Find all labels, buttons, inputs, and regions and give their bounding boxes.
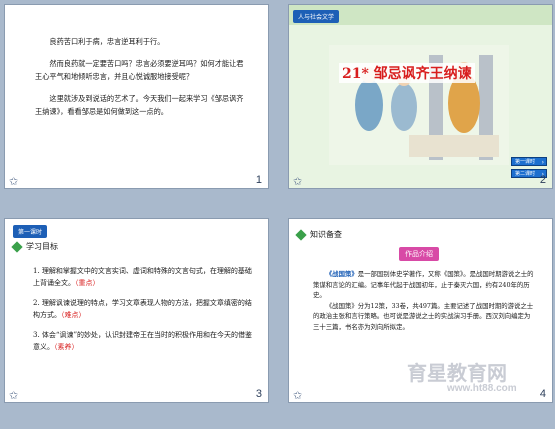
objective-2: 2. 理解讽谏说理的特点，学习文章表现人物的方法，把握文章缜密的结构方式。（难点… bbox=[33, 299, 252, 319]
slide-number: 1 bbox=[255, 174, 262, 186]
slide-4-heading-text: 知识备查 bbox=[310, 230, 342, 239]
slide-4-body: 《战国策》是一部国别体史学著作，又称《国策》。是战国时期游说之士的策谋和言论的汇… bbox=[313, 269, 535, 332]
objective-3: 3. 体会“讽谏”的妙处，认识封建帝王在当时的积极作用和在今天的借鉴意义。（素养… bbox=[33, 331, 253, 351]
slide-number: 2 bbox=[539, 174, 546, 186]
slide-4-heading: 知识备查 bbox=[295, 228, 342, 241]
slide-3[interactable]: 第一课时 学习目标 1. 理解和掌握文中的文言实词、虚词和特殊的文言句式，在理解… bbox=[4, 218, 269, 403]
slide-3-badge: 第一课时 bbox=[13, 225, 48, 238]
slide-number: 3 bbox=[255, 388, 262, 400]
slide-1[interactable]: 良药苦口利于病，忠言逆耳利于行。 然而良药就一定要苦口吗？忠言必须要逆耳吗？如何… bbox=[4, 4, 269, 189]
work-intro-label: 作品介绍 bbox=[399, 247, 439, 261]
lesson-1-label: 第一课时 bbox=[515, 159, 536, 165]
objective-1: 1. 理解和掌握文中的文言实词、虚词和特殊的文言句式，在理解的基础上背诵全文。（… bbox=[33, 267, 252, 287]
objectives-list: 1. 理解和掌握文中的文言实词、虚词和特殊的文言句式，在理解的基础上背诵全文。（… bbox=[33, 265, 253, 361]
slide-number: 4 bbox=[539, 388, 546, 400]
chevron-right-icon: › bbox=[541, 159, 544, 166]
diamond-icon bbox=[295, 228, 307, 241]
slide-3-heading: 学习目标 bbox=[11, 240, 58, 253]
slide-4-para-2: 《战国策》分为12策，33卷，共497篇。主要记述了战国时期的游说之士的政治主张… bbox=[313, 301, 534, 331]
lesson-1-button[interactable]: 第一课时 › bbox=[511, 157, 547, 166]
slide-1-para-1: 良药苦口利于病，忠言逆耳利于行。 bbox=[49, 37, 165, 46]
slide-2-badge: 人与社会文学 bbox=[293, 10, 340, 23]
slide-1-para-2: 然而良药就一定要苦口吗？忠言必须要逆耳吗？如何才能让君王心平气和地倾听忠言，并且… bbox=[35, 59, 244, 81]
watermark-brand: 育星教育网 bbox=[407, 363, 507, 385]
slide-3-heading-text: 学习目标 bbox=[26, 242, 58, 251]
slide-1-para-3: 这里就涉及到说话的艺术了。今天我们一起来学习《邹忌讽齐王纳谏》，看看邹忌是如何做… bbox=[35, 94, 244, 116]
watermark-url: www.ht88.com bbox=[447, 383, 517, 394]
slide-4-para-1: 《战国策》是一部国别体史学著作，又称《国策》。是战国时期游说之士的策谋和言论的汇… bbox=[313, 270, 534, 299]
slide-1-body: 良药苦口利于病，忠言逆耳利于行。 然而良药就一定要苦口吗？忠言必须要逆耳吗？如何… bbox=[35, 35, 247, 127]
slide-transition-icon: ✩ bbox=[293, 175, 303, 188]
diamond-icon bbox=[11, 240, 23, 253]
slide-4[interactable]: 知识备查 作品介绍 《战国策》是一部国别体史学著作，又称《国策》。是战国时期游说… bbox=[288, 218, 553, 403]
slide-2[interactable]: 人与社会文学 21* 邹忌讽齐王纳谏 第一课时 › 第二课时 › ✩ 2 bbox=[288, 4, 553, 189]
slide-transition-icon: ✩ bbox=[9, 175, 19, 188]
slide-transition-icon: ✩ bbox=[293, 389, 303, 402]
lesson-2-label: 第二课时 bbox=[515, 171, 536, 177]
slide-2-title: 21* 邹忌讽齐王纳谏 bbox=[339, 63, 475, 83]
slide-transition-icon: ✩ bbox=[9, 389, 19, 402]
